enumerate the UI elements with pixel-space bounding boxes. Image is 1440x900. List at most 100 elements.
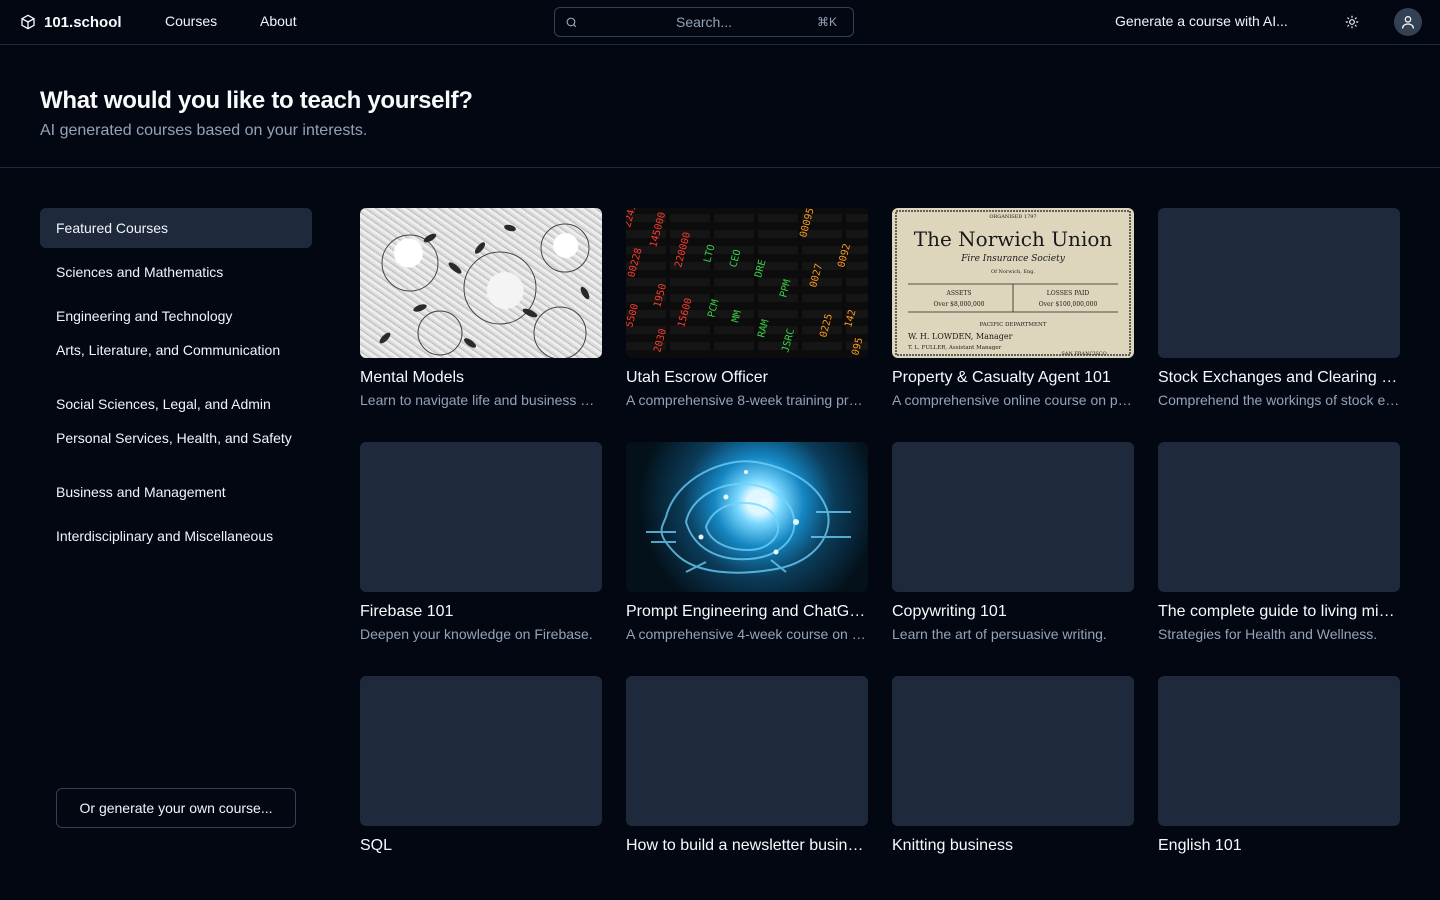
page-title: What would you like to teach yourself? bbox=[40, 87, 473, 114]
theme-toggle-button[interactable] bbox=[1340, 10, 1364, 34]
nav-courses-link[interactable]: Courses bbox=[165, 13, 217, 29]
generate-own-course-button[interactable]: Or generate your own course... bbox=[56, 788, 296, 828]
course-card[interactable]: Stock Exchanges and Clearing Houses Comp… bbox=[1158, 208, 1400, 410]
course-title: English 101 bbox=[1158, 837, 1242, 854]
course-title: The complete guide to living mindfully bbox=[1158, 603, 1400, 620]
sidebar-item-featured-courses[interactable]: Featured Courses bbox=[40, 208, 312, 248]
user-avatar-button[interactable] bbox=[1394, 8, 1422, 36]
course-card[interactable]: 2243 00228 5500 145000 1950 2030 220000 … bbox=[626, 208, 868, 410]
svg-text:PCM: PCM bbox=[706, 298, 721, 318]
sidebar-item-business-management[interactable]: Business and Management bbox=[40, 472, 312, 512]
course-title: Property & Casualty Agent 101 bbox=[892, 369, 1111, 386]
top-navbar: 101.school Courses About Search... ⌘K Ge… bbox=[0, 0, 1440, 45]
course-description: A comprehensive 4-week course on prompt … bbox=[626, 626, 868, 642]
norwich-assets-label: ASSETS bbox=[946, 290, 972, 297]
course-card[interactable]: Mental Models Learn to navigate life and… bbox=[360, 208, 602, 410]
stock-ticker-image: 2243 00228 5500 145000 1950 2030 220000 … bbox=[626, 208, 868, 358]
generate-course-link[interactable]: Generate a course with AI... bbox=[1115, 13, 1288, 29]
course-description: Learn to navigate life and business with… bbox=[360, 392, 602, 408]
svg-text:15600: 15600 bbox=[676, 297, 694, 329]
course-title: SQL bbox=[360, 837, 393, 854]
norwich-department: PACIFIC DEPARTMENT bbox=[980, 322, 1047, 328]
svg-text:1950: 1950 bbox=[652, 283, 669, 309]
course-card[interactable]: Firebase 101 Deepen your knowledge on Fi… bbox=[360, 442, 602, 644]
norwich-assets-value: Over $8,000,000 bbox=[934, 301, 985, 308]
course-title: Stock Exchanges and Clearing Houses bbox=[1158, 369, 1400, 386]
norwich-losses-label: LOSSES PAID bbox=[1047, 290, 1090, 297]
course-description: Learn the art of persuasive writing. bbox=[892, 626, 1107, 642]
search-shortcut: ⌘K bbox=[816, 15, 837, 29]
svg-text:0225: 0225 bbox=[818, 313, 835, 339]
course-card[interactable]: The complete guide to living mindfully S… bbox=[1158, 442, 1400, 644]
logo-text: 101.school bbox=[44, 13, 122, 31]
course-description: A comprehensive 8-week training program … bbox=[626, 392, 868, 408]
svg-text:2030: 2030 bbox=[652, 328, 669, 354]
search-input[interactable]: Search... ⌘K bbox=[554, 7, 854, 37]
course-image-placeholder bbox=[892, 676, 1134, 826]
svg-text:RAM: RAM bbox=[756, 318, 771, 338]
course-title: Knitting business bbox=[892, 837, 1013, 854]
course-description: Comprehend the workings of stock exchang… bbox=[1158, 392, 1400, 408]
norwich-asst: T. L. FULLER, Assistant Manager bbox=[908, 345, 1002, 351]
svg-text:JSRC: JSRC bbox=[780, 328, 797, 354]
svg-text:DRE: DRE bbox=[753, 258, 768, 278]
sidebar-item-personal-services-health-safety[interactable]: Personal Services, Health, and Safety bbox=[40, 428, 312, 468]
course-title: Prompt Engineering and ChatGPT bbox=[626, 603, 868, 620]
sidebar-item-engineering-technology[interactable]: Engineering and Technology bbox=[40, 296, 312, 336]
norwich-est: ORGANISED 1797 bbox=[989, 214, 1036, 220]
sidebar-item-interdisciplinary-misc[interactable]: Interdisciplinary and Miscellaneous bbox=[40, 516, 312, 556]
circuit-brain-image bbox=[626, 442, 868, 592]
course-image-placeholder bbox=[892, 442, 1134, 592]
norwich-society: Fire Insurance Society bbox=[960, 254, 1066, 264]
svg-text:2243: 2243 bbox=[626, 208, 639, 229]
course-image-placeholder bbox=[360, 676, 602, 826]
svg-text:142: 142 bbox=[843, 308, 858, 328]
course-card[interactable]: How to build a newsletter business bbox=[626, 676, 868, 856]
svg-text:5500: 5500 bbox=[626, 303, 641, 329]
svg-text:0027: 0027 bbox=[808, 263, 825, 289]
course-title: Firebase 101 bbox=[360, 603, 454, 620]
course-image-placeholder bbox=[1158, 208, 1400, 358]
course-card[interactable]: English 101 bbox=[1158, 676, 1400, 856]
course-card[interactable]: Copywriting 101 Learn the art of persuas… bbox=[892, 442, 1134, 644]
course-title: How to build a newsletter business bbox=[626, 837, 868, 854]
sun-icon bbox=[1345, 15, 1359, 29]
hero-section: What would you like to teach yourself? A… bbox=[0, 45, 1440, 168]
course-description: Deepen your knowledge on Firebase. bbox=[360, 626, 593, 642]
norwich-manager: W. H. LOWDEN, Manager bbox=[908, 332, 1013, 341]
course-title: Copywriting 101 bbox=[892, 603, 1007, 620]
norwich-place: Of Norwich, Eng. bbox=[991, 269, 1035, 275]
nav-about-link[interactable]: About bbox=[260, 13, 297, 29]
search-placeholder: Search... bbox=[675, 14, 733, 30]
svg-text:00095: 00095 bbox=[798, 208, 816, 239]
course-title: Utah Escrow Officer bbox=[626, 369, 768, 386]
cube-icon bbox=[21, 14, 35, 30]
course-card[interactable]: Prompt Engineering and ChatGPT A compreh… bbox=[626, 442, 868, 644]
norwich-losses-value: Over $100,000,000 bbox=[1039, 301, 1098, 308]
course-image-placeholder bbox=[1158, 676, 1400, 826]
course-card[interactable]: Knitting business bbox=[892, 676, 1134, 856]
norwich-name: The Norwich Union bbox=[914, 227, 1113, 251]
course-card[interactable]: SQL bbox=[360, 676, 602, 856]
svg-text:220000: 220000 bbox=[673, 231, 693, 269]
sidebar-item-arts-literature-communication[interactable]: Arts, Literature, and Communication bbox=[40, 340, 312, 380]
site-logo[interactable]: 101.school bbox=[20, 12, 122, 32]
svg-text:00228: 00228 bbox=[626, 247, 644, 279]
norwich-city: SAN FRANCISCO bbox=[1061, 351, 1106, 357]
sidebar-item-social-sciences-legal-admin[interactable]: Social Sciences, Legal, and Admin bbox=[40, 384, 312, 424]
svg-text:LTO: LTO bbox=[702, 243, 717, 263]
course-title: Mental Models bbox=[360, 369, 465, 386]
svg-text:145000: 145000 bbox=[648, 211, 668, 249]
svg-text:PPM: PPM bbox=[778, 278, 793, 298]
svg-text:MM: MM bbox=[730, 309, 744, 323]
course-card[interactable]: ORGANISED 1797 The Norwich Union Fire In… bbox=[892, 208, 1134, 410]
course-image-placeholder bbox=[360, 442, 602, 592]
page-subtitle: AI generated courses based on your inter… bbox=[40, 122, 368, 139]
course-image-placeholder bbox=[626, 676, 868, 826]
sidebar-item-sciences-mathematics[interactable]: Sciences and Mathematics bbox=[40, 252, 312, 292]
svg-text:0092: 0092 bbox=[836, 243, 853, 269]
svg-text:CEO: CEO bbox=[728, 248, 743, 268]
course-description: Strategies for Health and Wellness. bbox=[1158, 626, 1378, 642]
mental-models-image bbox=[360, 208, 602, 358]
norwich-union-image: ORGANISED 1797 The Norwich Union Fire In… bbox=[892, 208, 1134, 358]
